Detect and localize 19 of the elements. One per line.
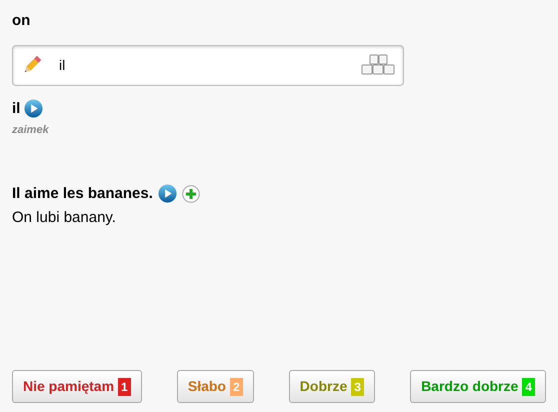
play-icon[interactable] — [158, 184, 177, 204]
shortcut-key-badge: 1 — [118, 378, 131, 396]
shortcut-key-badge: 4 — [522, 378, 535, 396]
answer-field[interactable]: il — [12, 44, 404, 86]
example-sentence: Il aime les bananes. — [12, 184, 153, 204]
question-word: on — [12, 11, 30, 31]
grade-button[interactable]: Słabo 2 — [176, 370, 254, 403]
grade-button[interactable]: Nie pamiętam 1 — [12, 370, 142, 403]
grade-button[interactable]: Bardzo dobrze 4 — [410, 370, 546, 403]
keyboard-icon[interactable] — [361, 54, 395, 76]
translation-word: il — [12, 98, 20, 118]
shortcut-key-badge: 2 — [230, 378, 243, 396]
add-icon[interactable] — [182, 184, 200, 203]
answer-input[interactable]: il — [59, 54, 361, 76]
play-icon[interactable] — [24, 99, 44, 118]
grade-button[interactable]: Dobrze 3 — [288, 370, 375, 403]
example-translation: On lubi banany. — [12, 208, 116, 228]
shortcut-key-badge: 3 — [351, 378, 364, 396]
part-of-speech: zaimek — [12, 123, 49, 138]
